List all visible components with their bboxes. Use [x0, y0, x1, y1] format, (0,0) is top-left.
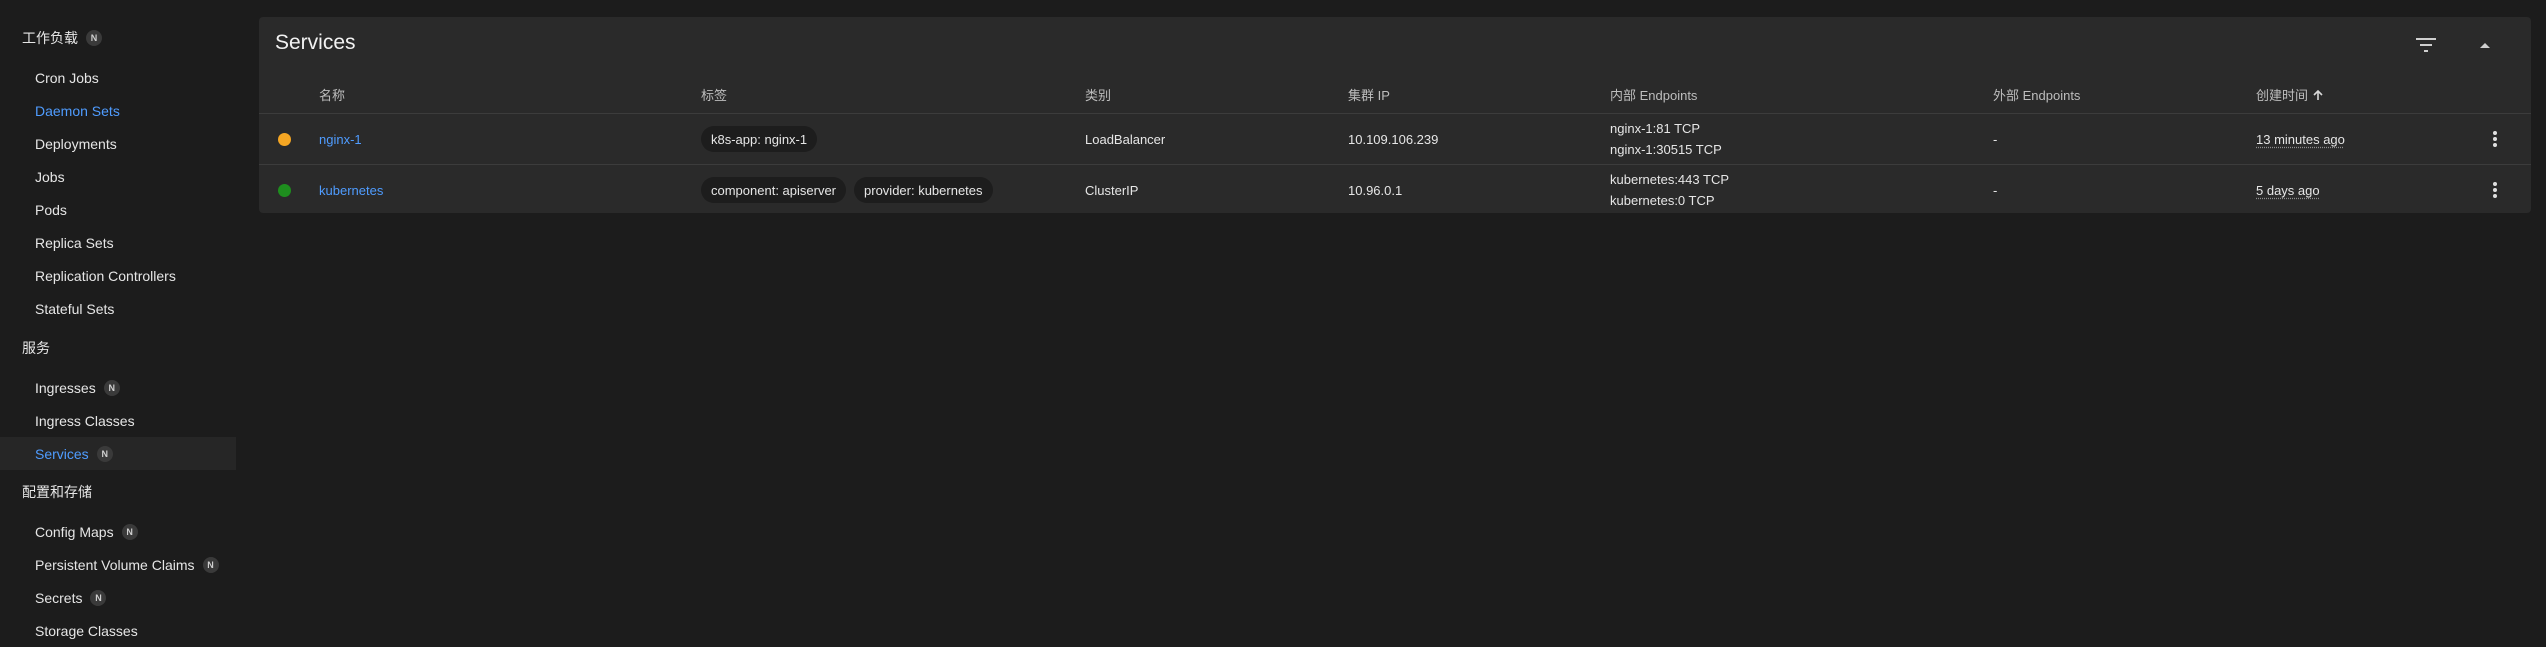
column-header-name[interactable]: 名称	[319, 85, 345, 104]
sidebar-section-workloads: 工作负载 N	[22, 27, 102, 49]
services-card: Services 名称 标签 类别 集群 IP 内部 Endpoints 外部 …	[259, 17, 2531, 213]
row-actions-button[interactable]	[2481, 176, 2509, 204]
sidebar-item-secrets[interactable]: Secrets N	[0, 581, 236, 614]
sidebar-item-label: Replication Controllers	[35, 267, 176, 284]
card-title: Services	[275, 31, 356, 54]
type-cell: ClusterIP	[1085, 182, 1139, 198]
sidebar-item-label: Ingresses	[35, 379, 96, 396]
endpoint-text: nginx-1:30515 TCP	[1610, 142, 1722, 157]
internal-endpoints-cell: nginx-1:81 TCP nginx-1:30515 TCP	[1610, 114, 1722, 164]
column-header-label: 集群 IP	[1348, 88, 1390, 103]
filter-button[interactable]	[2408, 27, 2444, 63]
sidebar-item-label: Ingress Classes	[35, 412, 135, 429]
caret-up-icon	[2480, 43, 2490, 48]
column-header-label: 名称	[319, 88, 346, 103]
sidebar-item-services[interactable]: Services N	[0, 437, 236, 470]
row-actions-button[interactable]	[2481, 125, 2509, 153]
column-header-created[interactable]: 创建时间	[2256, 85, 2324, 104]
sidebar-item-label: Services	[35, 445, 89, 462]
column-header-cluster-ip: 集群 IP	[1348, 85, 1390, 104]
sidebar-item-label: Storage Classes	[35, 622, 138, 639]
sidebar-item-storage-classes[interactable]: Storage Classes	[0, 614, 236, 647]
sidebar-item-pods[interactable]: Pods	[0, 193, 236, 226]
sidebar-item-label: Config Maps	[35, 523, 114, 540]
external-endpoints-cell: -	[1993, 131, 1998, 147]
table-row: nginx-1 k8s-app: nginx-1 LoadBalancer 10…	[259, 114, 2531, 164]
created-cell: 5 days ago	[2256, 165, 2320, 215]
sidebar-item-replica-sets[interactable]: Replica Sets	[0, 226, 236, 259]
column-header-type: 类别	[1085, 85, 1111, 104]
label-chip: component: apiserver	[701, 177, 847, 203]
sidebar-item-label: Daemon Sets	[35, 102, 120, 119]
column-header-label: 类别	[1085, 88, 1112, 103]
sidebar-item-persistent-volume-claims[interactable]: Persistent Volume Claims N	[0, 548, 236, 581]
column-header-label: 内部 Endpoints	[1610, 88, 1698, 103]
label-chip: provider: kubernetes	[854, 177, 993, 203]
sidebar-section-title: 服务	[22, 340, 50, 356]
sidebar-section-services: 服务	[22, 337, 50, 359]
new-badge: N	[202, 556, 219, 573]
status-running-icon	[278, 184, 291, 197]
labels-cell: k8s-app: nginx-1	[701, 114, 825, 164]
labels-cell: component: apiserver provider: kubernete…	[701, 165, 1001, 215]
sidebar-item-label: Deployments	[35, 135, 117, 152]
sidebar-item-stateful-sets[interactable]: Stateful Sets	[0, 292, 236, 325]
sidebar-item-label: Cron Jobs	[35, 69, 99, 86]
sidebar-section-title: 工作负载	[22, 30, 78, 46]
column-header-label: 外部 Endpoints	[1993, 88, 2081, 103]
new-badge: N	[90, 589, 107, 606]
sidebar-item-ingresses[interactable]: Ingresses N	[0, 371, 236, 404]
internal-endpoints-cell: kubernetes:443 TCP kubernetes:0 TCP	[1610, 165, 1729, 215]
endpoint-text: kubernetes:0 TCP	[1610, 193, 1715, 208]
sidebar-item-label: Replica Sets	[35, 234, 114, 251]
column-header-labels: 标签	[701, 85, 727, 104]
endpoint-text: nginx-1:81 TCP	[1610, 121, 1701, 136]
column-header-internal-endpoints: 内部 Endpoints	[1610, 85, 1697, 104]
sidebar-item-cron-jobs[interactable]: Cron Jobs	[0, 61, 236, 94]
sidebar-item-jobs[interactable]: Jobs	[0, 160, 236, 193]
new-badge: N	[96, 445, 113, 462]
more-vert-icon	[2493, 131, 2497, 147]
status-pending-icon	[278, 133, 291, 146]
service-name-link[interactable]: kubernetes	[319, 165, 383, 215]
column-header-label: 标签	[701, 88, 728, 103]
sidebar-item-deployments[interactable]: Deployments	[0, 127, 236, 160]
arrow-up-icon	[2313, 89, 2323, 100]
sidebar-item-label: Stateful Sets	[35, 300, 115, 317]
collapse-button[interactable]	[2467, 27, 2503, 63]
sidebar-section-config-storage: 配置和存储	[22, 481, 92, 503]
service-name-link[interactable]: nginx-1	[319, 114, 362, 164]
external-endpoints-cell: -	[1993, 182, 1998, 198]
new-badge: N	[103, 379, 120, 396]
table-row: kubernetes component: apiserver provider…	[259, 165, 2531, 215]
sidebar: 工作负载 N Cron Jobs Daemon Sets Deployments…	[0, 0, 240, 639]
created-time: 5 days ago	[2256, 182, 2320, 198]
sidebar-item-label: Persistent Volume Claims	[35, 556, 195, 573]
cluster-ip-cell: 10.109.106.239	[1348, 131, 1439, 147]
sidebar-item-daemon-sets[interactable]: Daemon Sets	[0, 94, 236, 127]
more-vert-icon	[2493, 182, 2497, 198]
sidebar-item-ingress-classes[interactable]: Ingress Classes	[0, 404, 236, 437]
column-header-label: 创建时间	[2256, 88, 2309, 103]
created-time: 13 minutes ago	[2256, 131, 2345, 147]
label-chip: k8s-app: nginx-1	[701, 126, 818, 152]
sidebar-item-replication-controllers[interactable]: Replication Controllers	[0, 259, 236, 292]
new-badge: N	[86, 30, 102, 46]
endpoint-text: kubernetes:443 TCP	[1610, 172, 1729, 187]
sidebar-item-label: Jobs	[35, 168, 65, 185]
new-badge: N	[121, 523, 138, 540]
column-header-external-endpoints: 外部 Endpoints	[1993, 85, 2080, 104]
filter-icon	[2416, 38, 2436, 52]
cluster-ip-cell: 10.96.0.1	[1348, 182, 1403, 198]
sidebar-item-config-maps[interactable]: Config Maps N	[0, 515, 236, 548]
type-cell: LoadBalancer	[1085, 131, 1166, 147]
created-cell: 13 minutes ago	[2256, 114, 2345, 164]
sidebar-item-label: Pods	[35, 201, 67, 218]
sidebar-section-title: 配置和存储	[22, 484, 92, 500]
sidebar-item-label: Secrets	[35, 589, 83, 606]
